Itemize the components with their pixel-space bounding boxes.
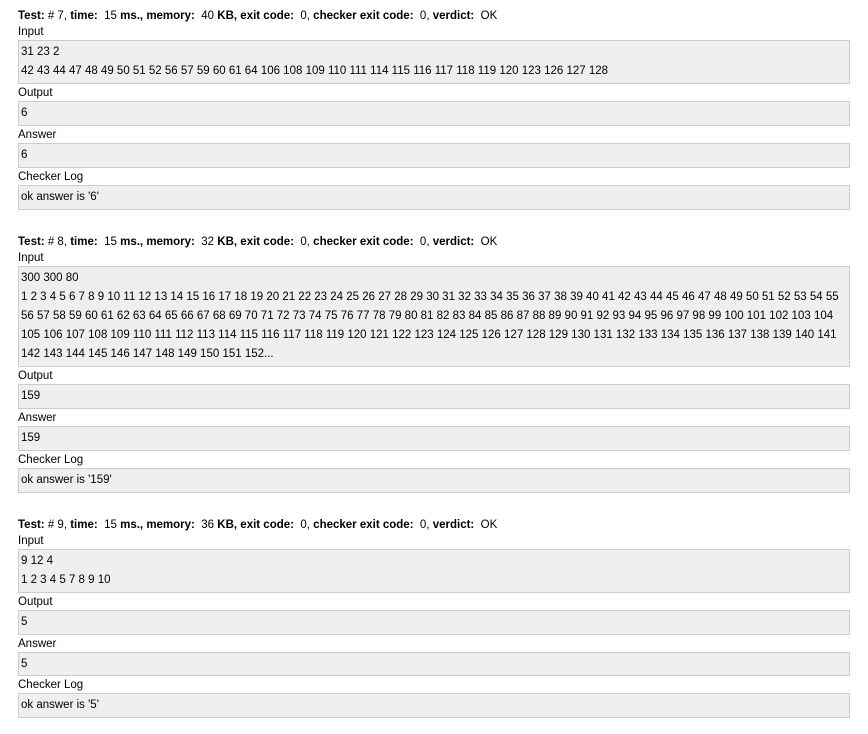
input-label: Input <box>18 26 850 38</box>
checker-exit-code-value: 0, <box>420 519 430 531</box>
time-unit: ms., <box>120 10 143 22</box>
test-number: # 9, <box>48 519 67 531</box>
answer-label: Answer <box>18 412 850 424</box>
memory-unit: KB, <box>217 10 237 22</box>
output-label: Output <box>18 596 850 608</box>
checker-log-content[interactable]: ok answer is '6' <box>18 185 850 210</box>
test-label: Test: <box>18 519 45 531</box>
answer-content[interactable]: 5 <box>18 652 850 677</box>
checker-exit-code-label: checker exit code: <box>313 10 413 22</box>
time-label: time: <box>70 10 97 22</box>
time-label: time: <box>70 519 97 531</box>
memory-unit: KB, <box>217 519 237 531</box>
memory-unit: KB, <box>217 236 237 248</box>
time-label: time: <box>70 236 97 248</box>
test-block: Test: # 8, time: 15 ms., memory: 32 KB, … <box>0 226 868 509</box>
checker-log-label: Checker Log <box>18 454 850 466</box>
test-label: Test: <box>18 236 45 248</box>
tests-container: Test: # 7, time: 15 ms., memory: 40 KB, … <box>0 0 868 734</box>
answer-label: Answer <box>18 638 850 650</box>
memory-value: 40 <box>201 10 214 22</box>
test-header: Test: # 9, time: 15 ms., memory: 36 KB, … <box>18 519 850 531</box>
input-label: Input <box>18 252 850 264</box>
time-unit: ms., <box>120 519 143 531</box>
checker-log-label: Checker Log <box>18 679 850 691</box>
answer-content[interactable]: 159 <box>18 426 850 451</box>
time-unit: ms., <box>120 236 143 248</box>
exit-code-value: 0, <box>300 519 310 531</box>
verdict-value: OK <box>481 519 498 531</box>
time-value: 15 <box>104 236 117 248</box>
exit-code-label: exit code: <box>240 519 294 531</box>
verdict-label: verdict: <box>433 10 475 22</box>
test-block: Test: # 7, time: 15 ms., memory: 40 KB, … <box>0 0 868 226</box>
test-header: Test: # 7, time: 15 ms., memory: 40 KB, … <box>18 10 850 22</box>
checker-log-content[interactable]: ok answer is '159' <box>18 468 850 493</box>
input-content[interactable]: 31 23 2 42 43 44 47 48 49 50 51 52 56 57… <box>18 40 850 84</box>
output-content[interactable]: 159 <box>18 384 850 409</box>
test-header: Test: # 8, time: 15 ms., memory: 32 KB, … <box>18 236 850 248</box>
memory-value: 36 <box>201 519 214 531</box>
checker-exit-code-value: 0, <box>420 236 430 248</box>
exit-code-value: 0, <box>300 10 310 22</box>
checker-exit-code-label: checker exit code: <box>313 236 413 248</box>
checker-log-content[interactable]: ok answer is '5' <box>18 693 850 718</box>
time-value: 15 <box>104 519 117 531</box>
answer-content[interactable]: 6 <box>18 143 850 168</box>
checker-log-label: Checker Log <box>18 171 850 183</box>
checker-exit-code-value: 0, <box>420 10 430 22</box>
input-content[interactable]: 9 12 4 1 2 3 4 5 7 8 9 10 <box>18 549 850 593</box>
test-number: # 7, <box>48 10 67 22</box>
answer-label: Answer <box>18 129 850 141</box>
output-label: Output <box>18 87 850 99</box>
memory-label: memory: <box>146 236 195 248</box>
exit-code-label: exit code: <box>240 10 294 22</box>
test-label: Test: <box>18 10 45 22</box>
memory-label: memory: <box>146 519 195 531</box>
memory-value: 32 <box>201 236 214 248</box>
verdict-label: verdict: <box>433 236 475 248</box>
checker-exit-code-label: checker exit code: <box>313 519 413 531</box>
memory-label: memory: <box>146 10 195 22</box>
exit-code-label: exit code: <box>240 236 294 248</box>
input-label: Input <box>18 535 850 547</box>
test-number: # 8, <box>48 236 67 248</box>
output-content[interactable]: 6 <box>18 101 850 126</box>
verdict-label: verdict: <box>433 519 475 531</box>
test-block: Test: # 9, time: 15 ms., memory: 36 KB, … <box>0 509 868 734</box>
output-label: Output <box>18 370 850 382</box>
exit-code-value: 0, <box>300 236 310 248</box>
verdict-value: OK <box>481 236 498 248</box>
output-content[interactable]: 5 <box>18 610 850 635</box>
verdict-value: OK <box>481 10 498 22</box>
input-content[interactable]: 300 300 80 1 2 3 4 5 6 7 8 9 10 11 12 13… <box>18 266 850 367</box>
time-value: 15 <box>104 10 117 22</box>
